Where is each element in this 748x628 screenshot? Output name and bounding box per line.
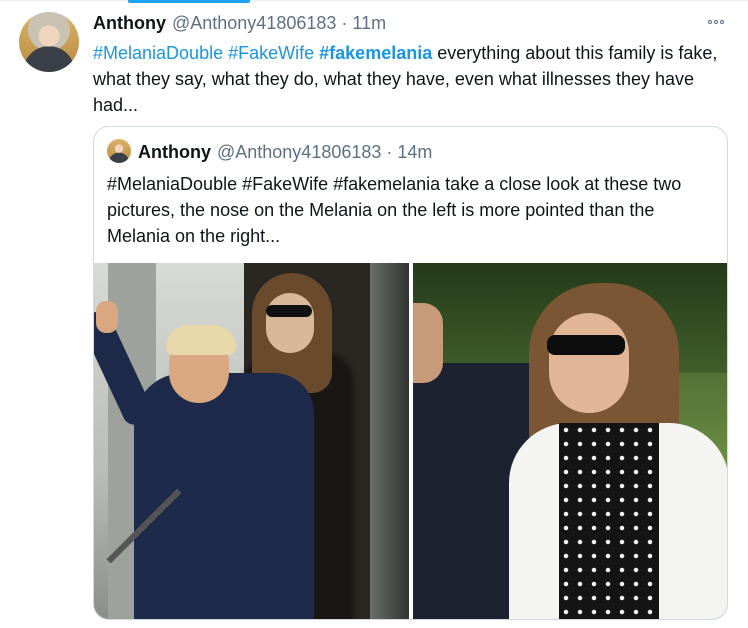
photo-right[interactable] [413, 263, 727, 619]
tweet-timestamp[interactable]: 11m [352, 13, 386, 34]
tweet-text: #MelaniaDouble #FakeWife #fakemelania ev… [93, 40, 733, 118]
separator: · [341, 13, 348, 33]
quoted-tweet-text: #MelaniaDouble #FakeWife #fakemelania ta… [107, 174, 682, 246]
photo-left[interactable] [94, 263, 409, 619]
tweet-header: Anthony @Anthony41806183 · 11m [93, 13, 386, 37]
author-name[interactable]: Anthony [93, 13, 166, 34]
active-tab-indicator [128, 0, 250, 3]
author-avatar[interactable] [19, 12, 79, 72]
author-handle[interactable]: @Anthony41806183 [172, 13, 336, 34]
more-horizontal-icon [708, 20, 712, 24]
quoted-tweet-card[interactable]: Anthony @Anthony41806183 · 14m #MelaniaD… [93, 126, 728, 620]
quoted-tweet-header: Anthony @Anthony41806183 · 14m [138, 142, 432, 163]
quoted-author-handle: @Anthony41806183 [216, 142, 382, 162]
hashtag-link[interactable]: #fakemelania [319, 43, 432, 63]
quoted-media-grid [94, 263, 727, 619]
top-divider [0, 0, 748, 1]
quoted-author-name: Anthony [138, 142, 211, 162]
separator: · [386, 142, 393, 162]
quoted-timestamp: 14m [397, 142, 433, 162]
quoted-author-avatar [107, 139, 131, 163]
more-options-button[interactable] [704, 12, 728, 32]
hashtag-link[interactable]: #FakeWife [228, 43, 314, 63]
hashtag-link[interactable]: #MelaniaDouble [93, 43, 223, 63]
